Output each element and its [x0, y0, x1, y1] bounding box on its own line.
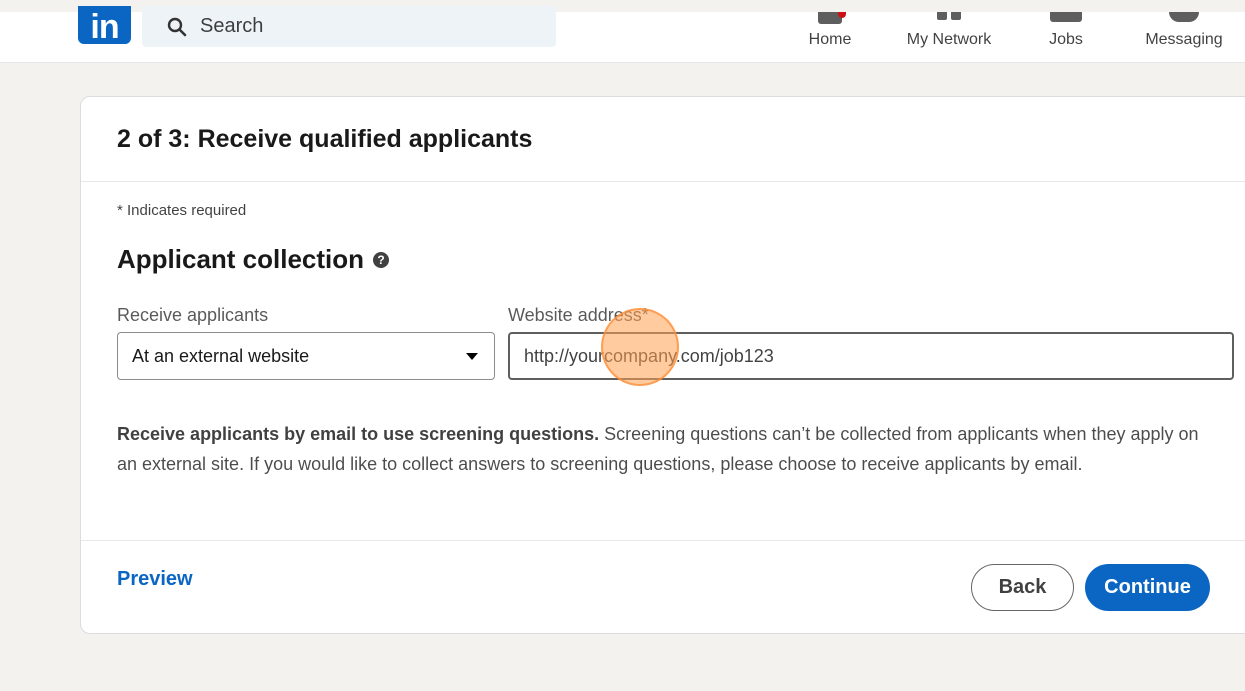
dropdown-caret-icon — [466, 353, 478, 360]
jobs-icon — [1050, 12, 1082, 22]
home-icon — [818, 12, 846, 24]
job-post-form-card: 2 of 3: Receive qualified applicants * I… — [80, 96, 1245, 634]
website-address-input[interactable] — [508, 332, 1234, 380]
screening-info-bold: Receive applicants by email to use scree… — [117, 424, 600, 444]
nav-jobs-label: Jobs — [1049, 31, 1083, 48]
messaging-icon — [1169, 12, 1199, 22]
receive-applicants-value: At an external website — [132, 345, 310, 366]
nav-my-network[interactable]: My Network — [898, 12, 1000, 62]
footer-divider — [81, 540, 1245, 541]
nav-home-label: Home — [808, 31, 852, 48]
search-box[interactable]: Search — [142, 6, 556, 47]
title-divider — [81, 181, 1245, 182]
receive-applicants-label: Receive applicants — [117, 305, 269, 325]
network-icon — [936, 12, 962, 20]
linkedin-logo[interactable]: in — [78, 6, 131, 46]
required-note: * Indicates required — [117, 202, 247, 219]
top-nav-bar: in Search Home My Network Jobs Messaging — [0, 6, 1245, 63]
nav-messaging-label: Messaging — [1145, 31, 1223, 48]
screening-info: Receive applicants by email to use scree… — [117, 419, 1207, 479]
receive-applicants-select[interactable]: At an external website — [117, 332, 495, 380]
section-title: Applicant collection ? — [117, 244, 390, 275]
help-icon[interactable]: ? — [373, 251, 390, 268]
nav-my-network-label: My Network — [906, 31, 992, 48]
nav-messaging[interactable]: Messaging — [1136, 12, 1232, 62]
notification-badge — [838, 12, 846, 18]
preview-button[interactable]: Preview — [117, 568, 193, 591]
search-icon — [167, 17, 187, 36]
section-title-text: Applicant collection — [117, 244, 365, 274]
website-address-label: Website address* — [508, 305, 649, 325]
nav-home[interactable]: Home — [805, 12, 855, 62]
continue-button[interactable]: Continue — [1085, 564, 1210, 611]
search-placeholder: Search — [200, 15, 264, 37]
back-button[interactable]: Back — [971, 564, 1074, 611]
nav-jobs[interactable]: Jobs — [1044, 12, 1088, 62]
page-title: 2 of 3: Receive qualified applicants — [117, 125, 533, 153]
